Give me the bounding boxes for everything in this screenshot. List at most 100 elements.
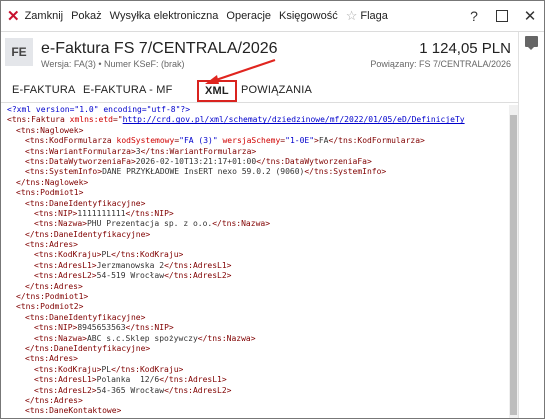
help-button[interactable]: ? <box>460 1 488 31</box>
window-controls: ? ✕ <box>460 1 544 31</box>
close-window-button[interactable]: ✕ <box>516 1 544 31</box>
xml-token: <tns:AdresL2> <box>34 271 97 281</box>
xml-token: wersjaSchemy <box>217 136 281 146</box>
show-menu[interactable]: Pokaż <box>67 1 106 31</box>
scrollbar-thumb[interactable] <box>510 115 517 415</box>
xml-line: </tns:DaneIdentyfikacyjne> <box>7 344 509 354</box>
xml-token: </tns:WariantFormularza> <box>140 146 257 156</box>
xml-token: <tns:SystemInfo> <box>25 167 103 177</box>
xml-token[interactable]: info@abc.insert.pl <box>87 417 174 418</box>
xml-token: <tns:AdresL2> <box>34 385 97 395</box>
xml-token: </tns:DataWytworzeniaFa> <box>256 156 372 166</box>
xml-token: <tns:Email> <box>34 417 87 418</box>
xml-line: <tns:Nazwa>PHU Prezentacja sp. z o.o.</t… <box>7 219 509 229</box>
xml-token: </tns:AdresL2> <box>164 271 232 281</box>
xml-token: </tns:KodKraju> <box>111 364 184 374</box>
document-amount: 1 124,05 PLN <box>419 40 511 57</box>
xml-token: 1111111111 <box>77 208 126 218</box>
annotation-arrow <box>205 58 276 84</box>
tab-e-faktura[interactable]: E-FAKTURA <box>12 81 76 99</box>
xml-token: kodSystemowy <box>116 136 175 146</box>
xml-token: <tns:KodKraju> <box>34 250 102 260</box>
xml-token: =" <box>112 115 123 125</box>
xml-token: <?xml version="1.0" encoding="utf-8"?> <box>7 105 191 114</box>
comment-icon[interactable] <box>525 36 538 50</box>
page-title: e-Faktura FS 7/CENTRALA/2026 <box>41 40 278 57</box>
xml-line: <tns:AdresL2>54-519 Wrocław</tns:AdresL2… <box>7 271 509 281</box>
xml-token: 54-519 Wrocław <box>96 271 165 281</box>
xml-token: xmlns:etd <box>69 115 113 125</box>
xml-token: DANE PRZYKŁADOWE InsERT nexo 59.0.2 (906… <box>102 167 305 177</box>
xml-line: <tns:Adres> <box>7 354 509 364</box>
xml-token: </tns:Adres> <box>25 395 83 405</box>
xml-line: <tns:Adres> <box>7 240 509 250</box>
xml-line: </tns:Naglowek> <box>7 178 509 188</box>
xml-line: <tns:NIP>1111111111</tns:NIP> <box>7 209 509 219</box>
xml-line: <tns:AdresL1>Polanka 12/6</tns:AdresL1> <box>7 375 509 385</box>
help-icon: ? <box>470 8 478 24</box>
xml-token: <tns:KodKraju> <box>34 364 102 374</box>
send-menu[interactable]: Wysyłka elektroniczna <box>106 1 223 31</box>
xml-line: <tns:NIP>8945653563</tns:NIP> <box>7 323 509 333</box>
xml-token[interactable]: http://crd.gov.pl/xml/schematy/dziedzino… <box>123 115 465 124</box>
star-icon: ☆ <box>345 8 358 23</box>
xml-token: <tns:Podmiot1> <box>16 188 84 198</box>
xml-token: 8945653563 <box>77 323 126 333</box>
xml-line: <tns:Podmiot2> <box>7 302 509 312</box>
maximize-icon <box>496 10 508 22</box>
xml-token: <tns:WariantFormularza> <box>25 146 136 156</box>
xml-token: <tns:DataWytworzeniaFa> <box>25 156 136 166</box>
xml-line: <tns:DataWytworzeniaFa>2026-02-10T13:21:… <box>7 157 509 167</box>
accounting-menu[interactable]: Księgowość <box>275 1 342 31</box>
xml-token: </tns:Nazwa> <box>197 333 256 343</box>
xml-viewer[interactable]: <?xml version="1.0" encoding="utf-8"?> <t… <box>7 105 509 418</box>
xml-token: PL <box>101 364 112 374</box>
xml-token: </tns:NIP> <box>125 323 174 333</box>
close-window-icon: ✕ <box>523 8 537 25</box>
xml-token: </tns:KodKraju> <box>111 250 184 260</box>
xml-token: PHU Prezentacja sp. z o.o. <box>86 219 213 229</box>
xml-token: 54-365 Wrocław <box>96 385 165 395</box>
xml-line: <tns:Podmiot1> <box>7 188 509 198</box>
xml-line: <tns:Naglowek> <box>7 126 509 136</box>
xml-token: "FA (3)" <box>179 136 218 146</box>
xml-line: <tns:Email>info@abc.insert.pl</tns:Email… <box>7 417 509 418</box>
xml-token: </tns:Naglowek> <box>16 177 89 187</box>
invoice-window: ✕ Zamknij Pokaż Wysyłka elektroniczna Op… <box>0 0 545 419</box>
xml-token: </tns:DaneIdentyfikacyjne> <box>25 229 151 239</box>
tab-e-faktura-mf[interactable]: E-FAKTURA - MF <box>83 81 173 99</box>
close-button[interactable]: ✕ Zamknij <box>1 1 67 31</box>
xml-line: </tns:Adres> <box>7 282 509 292</box>
side-panel <box>518 32 544 418</box>
xml-token: Polanka 12/6 <box>96 375 160 385</box>
xml-token: ABC s.c.Sklep spożywczy <box>86 333 198 343</box>
xml-token: <tns:Nazwa> <box>34 219 87 229</box>
flag-button[interactable]: ☆ Flaga <box>342 1 392 31</box>
xml-token: <tns:Faktura <box>7 115 70 125</box>
xml-token: <tns:DaneKontaktowe> <box>25 406 122 416</box>
xml-token: <tns:AdresL1> <box>34 260 97 270</box>
xml-line: <tns:Nazwa>ABC s.c.Sklep spożywczy</tns:… <box>7 334 509 344</box>
vertical-scrollbar[interactable] <box>509 105 518 418</box>
xml-token: </tns:Adres> <box>25 281 83 291</box>
maximize-button[interactable] <box>488 1 516 31</box>
xml-token: <tns:Naglowek> <box>16 125 84 135</box>
xml-line: <tns:DaneKontaktowe> <box>7 406 509 416</box>
xml-line: <?xml version="1.0" encoding="utf-8"?> <box>7 105 509 115</box>
xml-token: <tns:Nazwa> <box>34 333 87 343</box>
xml-token: </tns:Email> <box>174 417 232 418</box>
xml-line: </tns:Adres> <box>7 396 509 406</box>
xml-line: <tns:SystemInfo>DANE PRZYKŁADOWE InsERT … <box>7 167 509 177</box>
operations-menu[interactable]: Operacje <box>222 1 275 31</box>
xml-token: </tns:Nazwa> <box>212 219 271 229</box>
xml-token: </tns:AdresL1> <box>164 260 232 270</box>
xml-line: <tns:WariantFormularza>3</tns:WariantFor… <box>7 147 509 157</box>
related-document[interactable]: Powiązany: FS 7/CENTRALA/2026 <box>370 59 511 69</box>
xml-line: <tns:KodFormularza kodSystemowy="FA (3)"… <box>7 136 509 146</box>
xml-line: </tns:Podmiot1> <box>7 292 509 302</box>
xml-token: <tns:Podmiot2> <box>16 302 84 312</box>
xml-token: <tns:Adres> <box>25 354 78 364</box>
xml-token: <tns:KodFormularza <box>25 136 117 146</box>
close-icon: ✕ <box>7 7 20 25</box>
xml-line: <tns:DaneIdentyfikacyjne> <box>7 313 509 323</box>
